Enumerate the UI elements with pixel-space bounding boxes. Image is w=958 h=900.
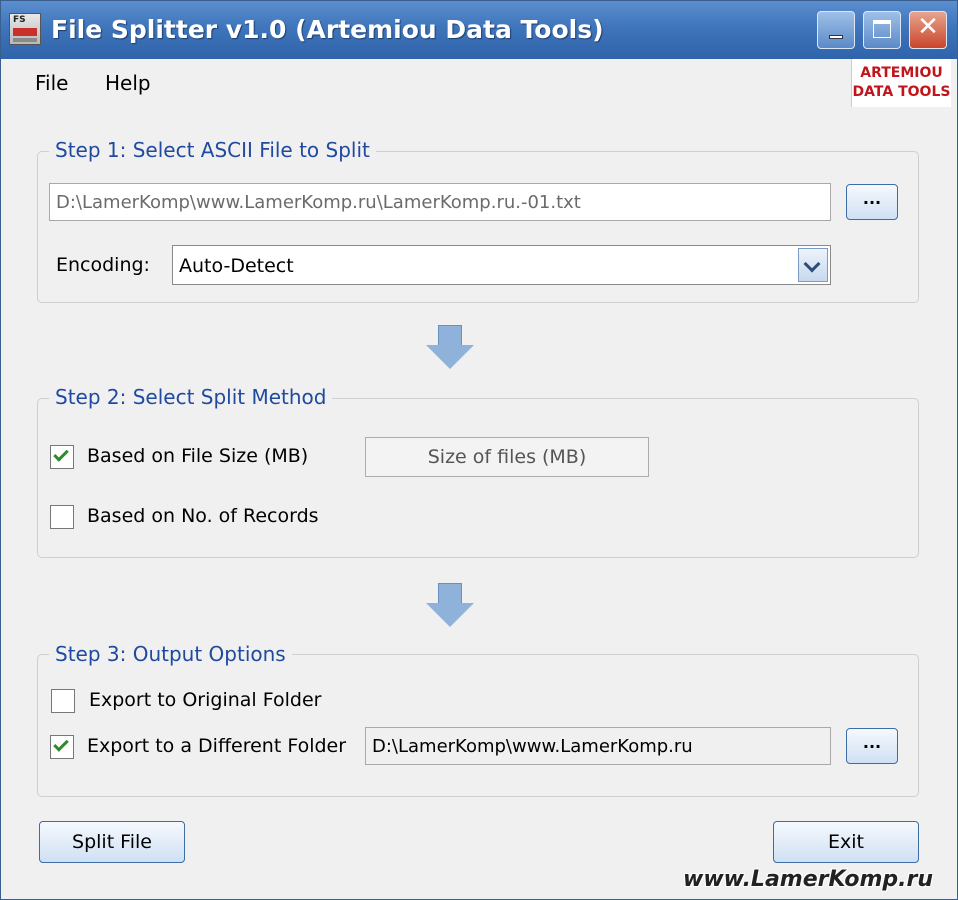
checkbox-different-folder[interactable] — [50, 735, 74, 759]
app-icon[interactable]: FS — [9, 13, 41, 45]
different-folder-label[interactable]: Export to a Different Folder — [87, 735, 346, 757]
arrow-down-icon — [426, 583, 474, 629]
browse-output-button[interactable]: ... — [846, 728, 898, 764]
maximize-button[interactable] — [863, 11, 901, 49]
step1-legend: Step 1: Select ASCII File to Split — [49, 138, 376, 162]
original-folder-label[interactable]: Export to Original Folder — [89, 689, 321, 711]
file-size-label[interactable]: Based on File Size (MB) — [87, 445, 308, 467]
checkmark-icon — [53, 446, 69, 462]
minimize-icon — [829, 35, 843, 39]
app-icon-red-bar — [13, 28, 37, 36]
records-label[interactable]: Based on No. of Records — [87, 505, 319, 527]
brand-logo: ARTEMIOU DATA TOOLS — [851, 59, 951, 107]
encoding-select[interactable]: Auto-Detect — [172, 245, 831, 285]
app-icon-text: FS — [13, 15, 26, 25]
menu-file[interactable]: File — [35, 71, 68, 95]
step2-group — [37, 398, 919, 558]
encoding-dropdown-button[interactable] — [798, 248, 828, 282]
brand-line-1: ARTEMIOU — [860, 65, 943, 81]
browse-input-button[interactable]: ... — [846, 184, 898, 220]
checkbox-original-folder[interactable] — [51, 689, 75, 713]
step3-group — [37, 654, 919, 797]
checkbox-records[interactable] — [50, 505, 74, 529]
brand-line-2: DATA TOOLS — [852, 84, 951, 100]
encoding-label: Encoding: — [56, 254, 150, 276]
chevron-down-icon — [803, 255, 821, 273]
encoding-selected-value: Auto-Detect — [179, 255, 294, 277]
input-file-path[interactable]: D:\LamerKomp\www.LamerKomp.ru\LamerKomp.… — [49, 183, 831, 221]
menu-bar: File Help — [1, 59, 957, 105]
output-folder-path[interactable]: D:\LamerKomp\www.LamerKomp.ru — [365, 727, 831, 765]
size-of-files-field[interactable]: Size of files (MB) — [365, 437, 649, 477]
split-file-button[interactable]: Split File — [39, 821, 185, 863]
step3-legend: Step 3: Output Options — [49, 642, 292, 666]
app-icon-gray-bar — [13, 38, 37, 42]
title-bar[interactable]: FS File Splitter v1.0 (Artemiou Data Too… — [1, 1, 957, 59]
close-button[interactable]: ✕ — [909, 11, 947, 49]
menu-help[interactable]: Help — [105, 71, 151, 95]
checkbox-file-size[interactable] — [50, 445, 74, 469]
exit-button[interactable]: Exit — [773, 821, 919, 863]
arrow-down-icon — [426, 325, 474, 371]
maximize-icon — [873, 20, 891, 38]
close-icon: ✕ — [917, 12, 939, 42]
minimize-button[interactable] — [817, 11, 855, 49]
step2-legend: Step 2: Select Split Method — [49, 385, 333, 409]
file-splitter-window: FS File Splitter v1.0 (Artemiou Data Too… — [0, 0, 958, 900]
window-title: File Splitter v1.0 (Artemiou Data Tools) — [51, 15, 604, 44]
checkmark-icon — [53, 736, 69, 752]
watermark: www.LamerKomp.ru — [683, 867, 933, 892]
